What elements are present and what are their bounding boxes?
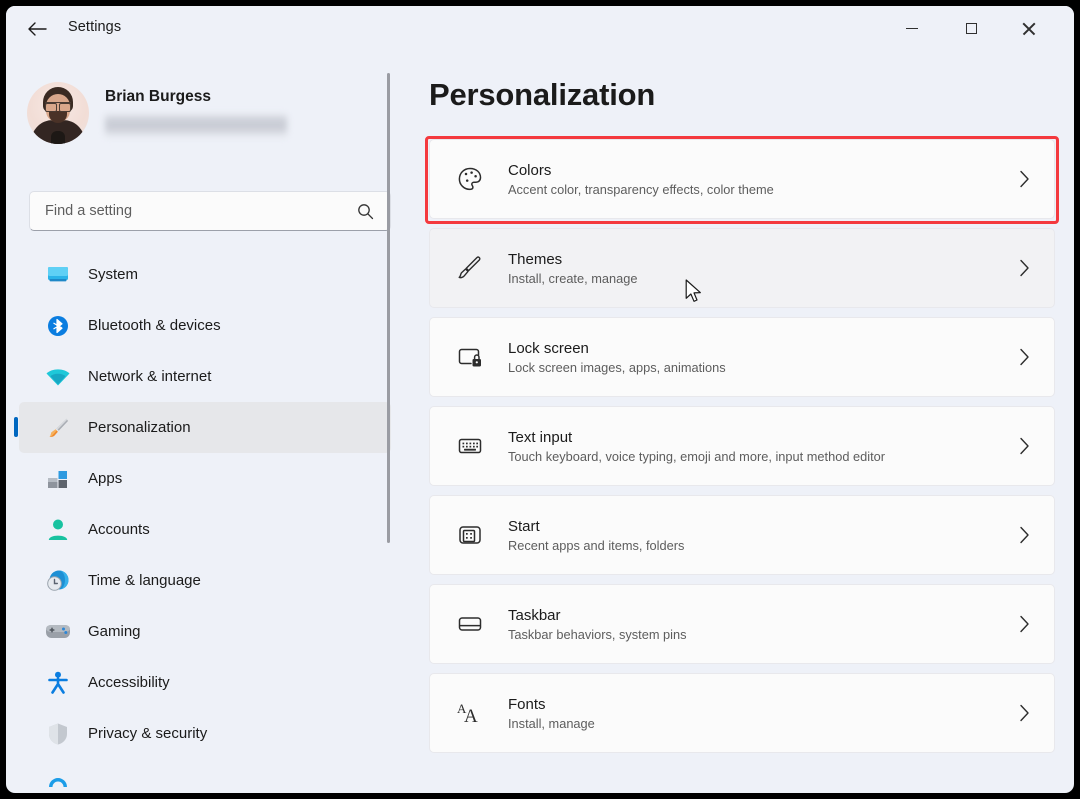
svg-text:A: A xyxy=(464,706,478,726)
keyboard-icon xyxy=(453,429,487,463)
chevron-right-icon xyxy=(1019,615,1030,633)
sidebar-item-label: System xyxy=(88,266,138,283)
chevron-right-icon xyxy=(1019,437,1030,455)
settings-card-taskbar[interactable]: Taskbar Taskbar behaviors, system pins xyxy=(429,584,1055,664)
search-input[interactable] xyxy=(29,191,391,231)
lock-screen-icon xyxy=(453,340,487,374)
card-subtitle: Taskbar behaviors, system pins xyxy=(508,627,687,642)
sidebar-item-apps[interactable]: Apps xyxy=(19,453,391,504)
card-title: Lock screen xyxy=(508,340,726,357)
sidebar-item-accounts[interactable]: Accounts xyxy=(19,504,391,555)
sidebar-scrollbar[interactable] xyxy=(387,73,390,543)
chevron-right-icon xyxy=(1019,348,1030,366)
sidebar-item-label: Accounts xyxy=(88,521,150,538)
sidebar-item-windows-update[interactable] xyxy=(19,759,391,793)
user-profile[interactable]: Brian Burgess xyxy=(27,74,367,152)
card-title: Text input xyxy=(508,429,885,446)
sidebar-item-label: Apps xyxy=(88,470,122,487)
chevron-right-icon xyxy=(1019,704,1030,722)
sidebar-item-label: Privacy & security xyxy=(88,725,207,742)
sidebar-item-personalization[interactable]: Personalization xyxy=(19,402,391,453)
person-icon xyxy=(44,517,72,543)
settings-card-start[interactable]: Start Recent apps and items, folders xyxy=(429,495,1055,575)
card-subtitle: Accent color, transparency effects, colo… xyxy=(508,182,774,197)
chevron-right-icon xyxy=(1019,526,1030,544)
taskbar-icon xyxy=(453,607,487,641)
bluetooth-icon xyxy=(44,313,72,339)
card-title: Taskbar xyxy=(508,607,687,624)
sidebar-item-label: Gaming xyxy=(88,623,141,640)
settings-card-themes[interactable]: Themes Install, create, manage xyxy=(429,228,1055,308)
sidebar: Brian Burgess xyxy=(6,51,411,793)
settings-card-text-input[interactable]: Text input Touch keyboard, voice typing,… xyxy=(429,406,1055,486)
clock-globe-icon xyxy=(44,568,72,594)
wifi-icon xyxy=(44,364,72,390)
maximize-icon[interactable] xyxy=(948,6,994,51)
sidebar-item-time-language[interactable]: Time & language xyxy=(19,555,391,606)
main-content: Personalization Colors Accent color, tra… xyxy=(411,51,1074,793)
settings-card-list: Colors Accent color, transparency effect… xyxy=(429,139,1055,762)
card-subtitle: Recent apps and items, folders xyxy=(508,538,684,553)
card-subtitle: Lock screen images, apps, animations xyxy=(508,360,726,375)
settings-card-lock-screen[interactable]: Lock screen Lock screen images, apps, an… xyxy=(429,317,1055,397)
back-arrow-icon[interactable] xyxy=(20,14,54,44)
sidebar-item-label: Personalization xyxy=(88,419,191,436)
avatar xyxy=(27,82,89,144)
apps-icon xyxy=(44,466,72,492)
shield-icon xyxy=(44,721,72,747)
sidebar-item-label: Bluetooth & devices xyxy=(88,317,221,334)
sidebar-item-bluetooth-devices[interactable]: Bluetooth & devices xyxy=(19,300,391,351)
settings-card-fonts[interactable]: A A Fonts Install, manage xyxy=(429,673,1055,753)
sidebar-item-label: Network & internet xyxy=(88,368,211,385)
settings-card-colors[interactable]: Colors Accent color, transparency effect… xyxy=(429,139,1055,219)
sidebar-item-gaming[interactable]: Gaming xyxy=(19,606,391,657)
palette-icon xyxy=(453,162,487,196)
title-bar: Settings xyxy=(6,6,1074,51)
start-menu-icon xyxy=(453,518,487,552)
card-title: Start xyxy=(508,518,684,535)
monitor-icon xyxy=(44,262,72,288)
card-subtitle: Touch keyboard, voice typing, emoji and … xyxy=(508,449,885,464)
sidebar-item-network-internet[interactable]: Network & internet xyxy=(19,351,391,402)
page-title: Personalization xyxy=(429,77,655,113)
card-title: Themes xyxy=(508,251,637,268)
paintbrush-icon xyxy=(44,415,72,441)
minimize-icon[interactable] xyxy=(889,6,935,51)
search-field[interactable] xyxy=(45,203,335,219)
accessibility-icon xyxy=(44,670,72,696)
paintbrush-icon xyxy=(453,251,487,285)
windows-update-icon xyxy=(44,772,72,794)
card-subtitle: Install, manage xyxy=(508,716,595,731)
chevron-right-icon xyxy=(1019,259,1030,277)
card-title: Fonts xyxy=(508,696,595,713)
sidebar-item-label: Time & language xyxy=(88,572,201,589)
fonts-icon: A A xyxy=(453,696,487,730)
sidebar-item-privacy-security[interactable]: Privacy & security xyxy=(19,708,391,759)
chevron-right-icon xyxy=(1019,170,1030,188)
sidebar-nav: System Bluetooth & devices xyxy=(6,249,411,793)
sidebar-item-label: Accessibility xyxy=(88,674,170,691)
settings-window: Settings Brian Burgess xyxy=(6,6,1074,793)
card-subtitle: Install, create, manage xyxy=(508,271,637,286)
close-icon[interactable] xyxy=(1006,6,1052,51)
sidebar-item-accessibility[interactable]: Accessibility xyxy=(19,657,391,708)
card-title: Colors xyxy=(508,162,774,179)
user-name: Brian Burgess xyxy=(105,88,287,106)
app-title: Settings xyxy=(68,19,121,35)
gamepad-icon xyxy=(44,619,72,645)
user-email-redacted xyxy=(105,113,287,139)
sidebar-item-system[interactable]: System xyxy=(19,249,391,300)
search-icon xyxy=(357,203,374,220)
